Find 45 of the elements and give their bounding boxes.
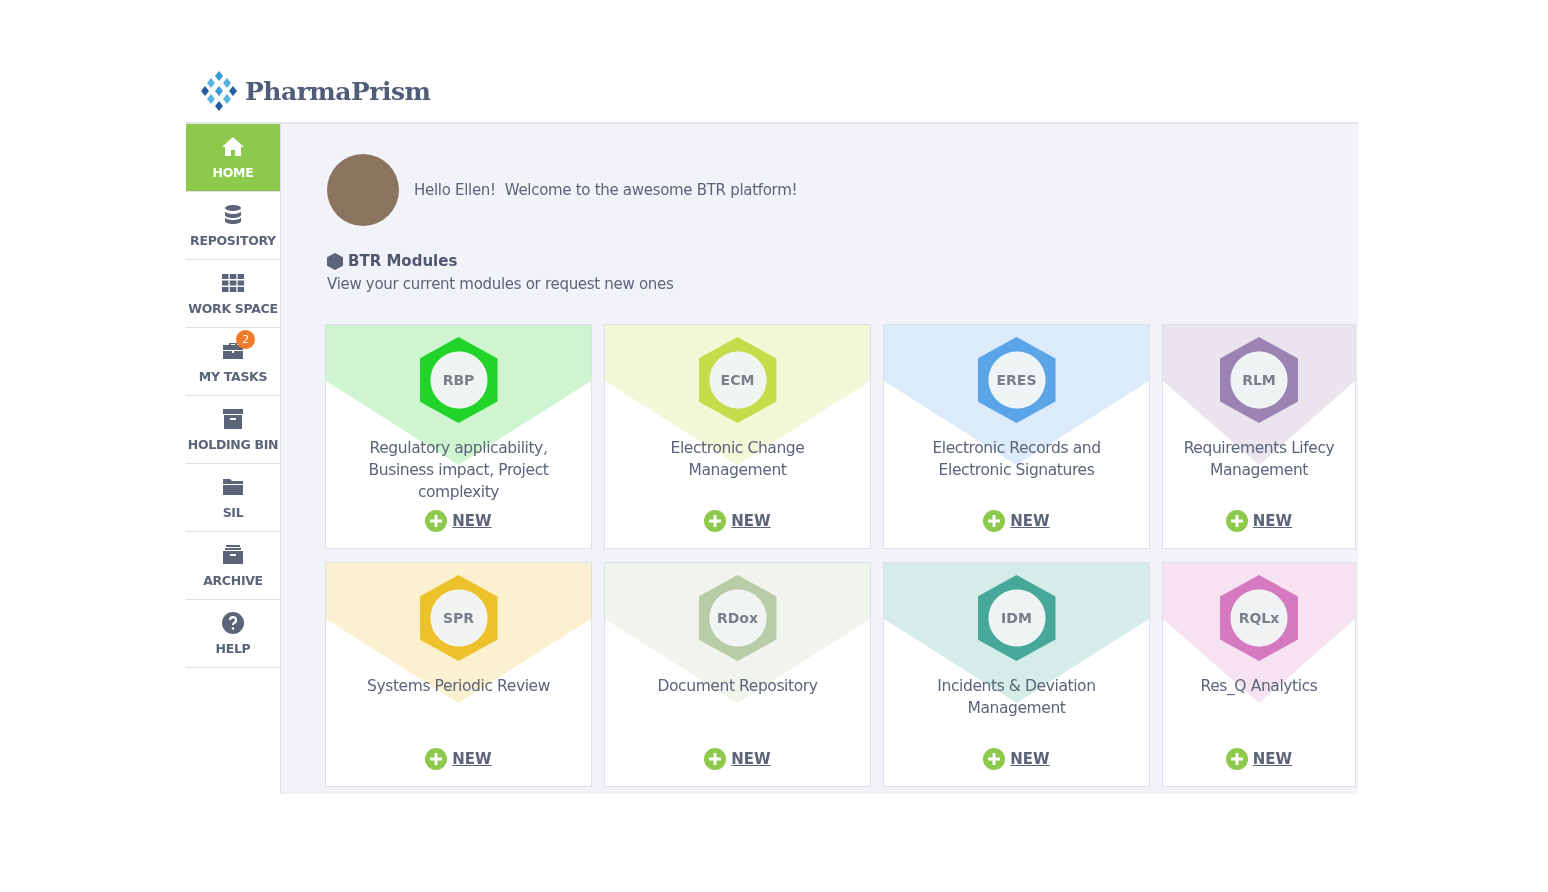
- home-icon: [221, 135, 245, 159]
- module-badge: IDM: [977, 575, 1056, 661]
- help-icon: [221, 611, 245, 635]
- module-title: Systems Periodic Review: [366, 676, 551, 697]
- module-badge: SPR: [419, 575, 498, 661]
- plus-icon: [425, 748, 448, 770]
- section-title: BTR Modules: [348, 252, 458, 270]
- module-badge: RDox: [698, 575, 777, 661]
- module-title: Res_Q Analytics: [1199, 676, 1319, 697]
- new-link[interactable]: NEW: [452, 512, 492, 530]
- grid-icon: [221, 271, 245, 295]
- new-link[interactable]: NEW: [731, 750, 771, 768]
- module-badge: ERES: [977, 337, 1056, 423]
- module-title: Incidents & Deviation Management: [936, 676, 1097, 719]
- module-badge: RLM: [1220, 337, 1298, 423]
- new-link[interactable]: NEW: [1010, 512, 1050, 530]
- greeting-text: Hello Ellen!: [414, 181, 496, 199]
- logo-icon: [201, 71, 237, 111]
- new-link[interactable]: NEW: [1010, 750, 1050, 768]
- box-icon: [221, 407, 245, 431]
- notification-badge: 2: [236, 330, 255, 349]
- module-title: Requirements Lifecy Management: [1182, 438, 1336, 481]
- welcome-text: Welcome to the awesome BTR platform!: [504, 181, 798, 199]
- module-badge: ECM: [698, 337, 777, 423]
- plus-icon: [425, 510, 448, 532]
- module-badge: RQLx: [1220, 575, 1298, 661]
- new-link[interactable]: NEW: [1252, 512, 1293, 530]
- module-title: Electronic Records and Electronic Signatures: [931, 438, 1102, 481]
- new-link[interactable]: NEW: [452, 750, 492, 768]
- archive-icon: [221, 543, 245, 567]
- module-badge: RBP: [419, 337, 498, 423]
- plus-icon: [704, 510, 727, 532]
- section-subtitle: View your current modules or request new ones: [327, 275, 675, 293]
- plus-icon: [1225, 748, 1248, 770]
- brand-name: PharmaPrism: [245, 76, 431, 106]
- module-title: Electronic Change Management: [669, 438, 806, 481]
- new-link[interactable]: NEW: [1252, 750, 1293, 768]
- hexagon-icon: [327, 252, 343, 270]
- module-title: Regulatory applicability, Business impact, Project complexity: [367, 438, 550, 503]
- module-title: Document Repository: [656, 676, 819, 697]
- plus-icon: [983, 748, 1006, 770]
- plus-icon: [983, 510, 1006, 532]
- plus-icon: [704, 748, 727, 770]
- new-link[interactable]: NEW: [731, 512, 771, 530]
- plus-icon: [1225, 510, 1248, 532]
